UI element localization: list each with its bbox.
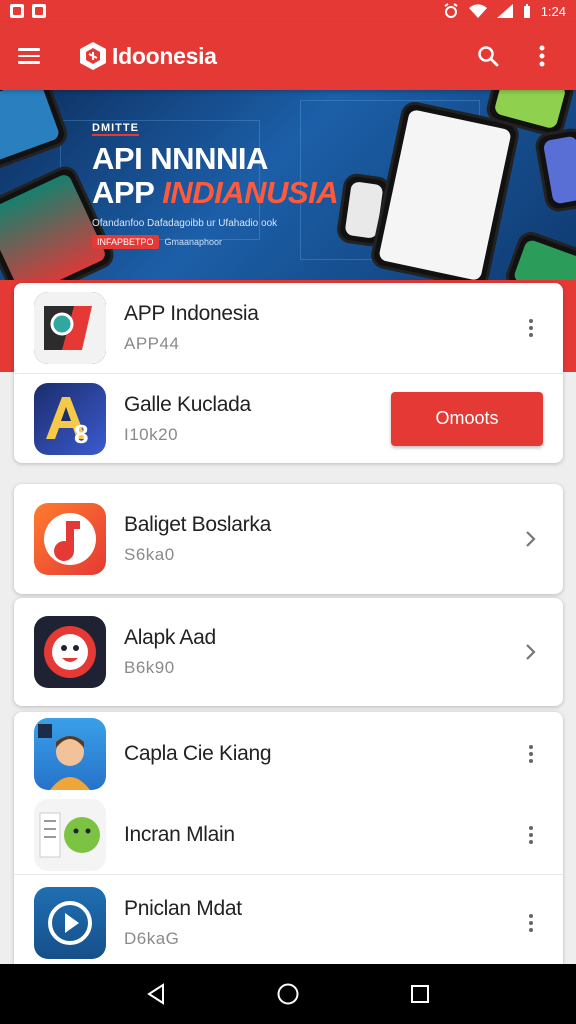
app-card: Baliget Boslarka S6ka0 (14, 484, 563, 594)
search-icon[interactable] (472, 40, 504, 72)
status-time: 1:24 (540, 3, 566, 19)
app-icon (34, 886, 106, 959)
banner-headline: API NNNNIA (92, 141, 268, 176)
app-title: Baliget Boslarka (124, 513, 271, 536)
chevron-right-icon[interactable] (519, 637, 543, 667)
app-subtitle: D6kaG (124, 928, 180, 948)
brand: Idoonesia (78, 41, 217, 71)
wifi-icon (468, 4, 487, 18)
app-title: Incran Mlain (124, 823, 235, 846)
system-nav-bar (0, 964, 576, 1024)
list-item[interactable]: Alapk Aad B6k90 (14, 598, 563, 706)
banner-headline-accent: INDIANUSIA (162, 175, 339, 210)
app-title: Capla Cie Kiang (124, 742, 272, 765)
app-title: Idoonesia (112, 42, 217, 69)
alarm-icon (444, 3, 458, 18)
app-card: APP Indonesia APP44 8 Galle Kuclada I10k… (14, 283, 563, 463)
app-icon (34, 292, 106, 364)
phone-graphic (502, 228, 576, 280)
app-icon (34, 799, 106, 871)
app-icon: 8 (34, 382, 106, 455)
list-item[interactable]: Pniclan Mdat D6kaG (14, 874, 563, 970)
app-title: Alapk Aad (124, 626, 216, 649)
app-bar: Idoonesia (0, 22, 576, 90)
promo-banner[interactable]: DMITTE API NNNNIA APP INDIANUSIA Ofandanf… (0, 90, 576, 280)
app-title: Pniclan Mdat (124, 896, 242, 920)
brand-logo-icon (78, 41, 108, 71)
app-subtitle: I10k20 (124, 424, 179, 444)
app-icon (34, 718, 106, 790)
list-item[interactable]: Incran Mlain (14, 796, 563, 874)
back-icon[interactable] (136, 974, 176, 1014)
signal-icon (496, 4, 513, 18)
app-icon (34, 503, 106, 575)
banner-headline-2: APP INDIANUSIA (92, 175, 339, 210)
list-item[interactable]: 8 Galle Kuclada I10k20 Omoots (14, 373, 563, 463)
recents-icon[interactable] (400, 974, 440, 1014)
phone-graphic (533, 126, 576, 214)
more-vert-icon[interactable] (519, 820, 543, 850)
more-vert-icon[interactable] (526, 40, 558, 72)
more-vert-icon[interactable] (519, 908, 543, 938)
home-icon[interactable] (268, 974, 308, 1014)
banner-headline-app: APP (92, 175, 155, 210)
app-card: Capla Cie Kiang Incran Mlain Pniclan Mda… (14, 712, 563, 972)
more-vert-icon[interactable] (519, 739, 543, 769)
list-item[interactable]: Baliget Boslarka S6ka0 (14, 484, 563, 594)
list-item[interactable]: Capla Cie Kiang (14, 712, 563, 796)
list-item[interactable]: APP Indonesia APP44 (14, 283, 563, 373)
notification-icon (32, 4, 46, 18)
banner-kicker: DMITTE (92, 122, 139, 136)
banner-subtitle: Ofandanfoo Dafadagoibb ur Ufahadio ook (92, 218, 278, 229)
app-icon (34, 616, 106, 688)
app-subtitle: B6k90 (124, 658, 175, 677)
menu-icon[interactable] (18, 40, 50, 72)
banner-tag: INFAPBETPO (92, 235, 159, 249)
status-bar: 1:24 (0, 0, 576, 22)
app-title: APP Indonesia (124, 302, 259, 325)
notification-icon (10, 4, 24, 18)
chevron-right-icon[interactable] (519, 524, 543, 554)
app-title: Galle Kuclada (124, 392, 251, 416)
more-vert-icon[interactable] (519, 313, 543, 343)
svg-text:8: 8 (74, 419, 88, 449)
app-subtitle: APP44 (124, 334, 180, 353)
open-button[interactable]: Omoots (391, 391, 543, 446)
battery-icon (523, 4, 530, 18)
banner-tag-2: Gmaanaphoor (164, 237, 223, 247)
app-card: Alapk Aad B6k90 (14, 598, 563, 706)
app-subtitle: S6ka0 (124, 545, 175, 564)
